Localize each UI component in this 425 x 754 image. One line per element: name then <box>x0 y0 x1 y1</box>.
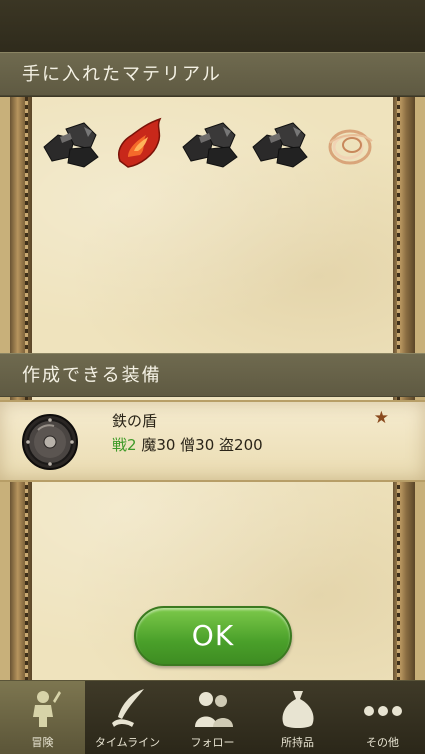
tab-label: その他 <box>366 736 399 749</box>
top-bar <box>0 0 425 52</box>
equipment-name: 鉄の盾 <box>112 412 158 430</box>
wool-fiber-icon[interactable] <box>318 117 380 173</box>
ok-button[interactable]: OK <box>134 606 292 666</box>
bag-icon <box>276 687 320 731</box>
tab-inventory[interactable]: 所持品 <box>255 681 340 754</box>
people-icon <box>191 687 235 731</box>
favorite-star-icon[interactable]: ★ <box>374 408 389 428</box>
tab-label: タイムライン <box>94 736 161 749</box>
materials-title: 手に入れたマテリアル <box>22 64 222 85</box>
tab-label: 冒険 <box>31 736 54 749</box>
round-shield-icon <box>20 412 80 472</box>
materials-panel <box>0 97 425 353</box>
tab-more[interactable]: その他 <box>340 681 425 754</box>
materials-header: 手に入れたマテリアル <box>0 52 425 96</box>
fire-crystal-icon[interactable] <box>110 117 172 173</box>
iron-ore-icon[interactable] <box>179 117 241 173</box>
tab-label: フォロー <box>190 736 235 749</box>
equipment-card[interactable]: 鉄の盾 戦2 魔30 僧30 盗200 ★ <box>0 400 425 482</box>
tab-bar: 冒険 タイムライン フォロー 所持品 その他 <box>0 680 425 754</box>
craftable-title: 作成できる装備 <box>22 365 162 386</box>
iron-ore-icon[interactable] <box>249 117 311 173</box>
iron-ore-icon[interactable] <box>40 117 102 173</box>
stat-others: 魔30 僧30 盗200 <box>141 436 263 454</box>
tab-adventure[interactable]: 冒険 <box>0 681 85 754</box>
tab-label: 所持品 <box>281 736 314 749</box>
tab-timeline[interactable]: タイムライン <box>85 681 170 754</box>
equipment-stats: 戦2 魔30 僧30 盗200 <box>112 434 263 455</box>
tab-follow[interactable]: フォロー <box>170 681 255 754</box>
quill-icon <box>106 687 150 731</box>
craftable-header: 作成できる装備 <box>0 353 425 397</box>
stat-warrior: 戦2 <box>112 436 137 454</box>
adventurer-icon <box>21 687 65 731</box>
materials-list <box>40 115 380 175</box>
more-icon <box>361 687 405 731</box>
